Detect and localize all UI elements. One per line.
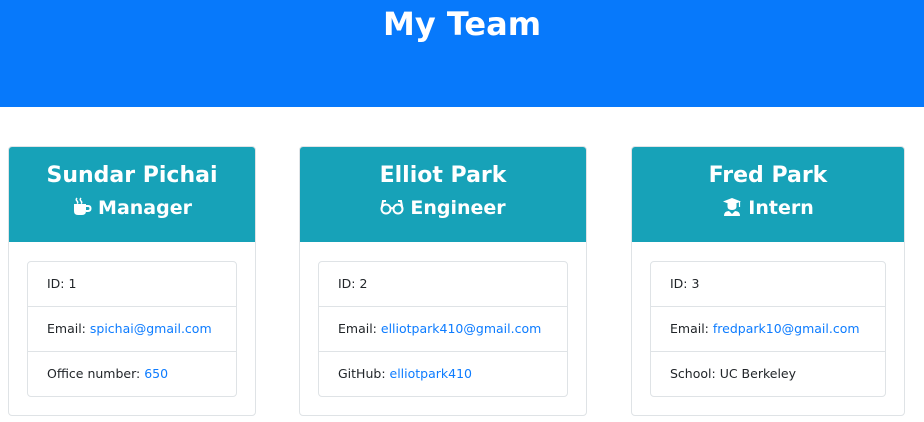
role-label: Engineer [410, 197, 506, 219]
list-item-id: ID: 2 [319, 262, 567, 307]
list-item-email: Email: elliotpark410@gmail.com [319, 307, 567, 352]
list-item-school: School: UC Berkeley [651, 352, 885, 396]
info-list: ID: 3 Email: fredpark10@gmail.com School… [650, 261, 886, 397]
coffee-icon [72, 197, 92, 224]
page-header: My Team [0, 0, 924, 107]
github-link[interactable]: elliotpark410 [390, 366, 473, 381]
email-link[interactable]: spichai@gmail.com [90, 321, 212, 336]
info-list: ID: 2 Email: elliotpark410@gmail.com Git… [318, 261, 568, 397]
id-label: ID: [338, 276, 356, 291]
list-item-id: ID: 1 [28, 262, 236, 307]
employee-role: Engineer [300, 195, 586, 224]
card-header: Elliot Park Engineer [300, 147, 586, 242]
github-label: GitHub: [338, 366, 386, 381]
id-label: ID: [670, 276, 688, 291]
id-value: 2 [359, 276, 368, 291]
id-value: 1 [68, 276, 77, 291]
list-item-email: Email: spichai@gmail.com [28, 307, 236, 352]
email-link[interactable]: elliotpark410@gmail.com [381, 321, 541, 336]
list-item-email: Email: fredpark10@gmail.com [651, 307, 885, 352]
list-item-office: Office number: 650 [28, 352, 236, 396]
school-value: UC Berkeley [719, 366, 797, 381]
employee-name: Fred Park [708, 163, 828, 188]
card-header: Fred Park Intern [632, 147, 904, 242]
list-item-github: GitHub: elliotpark410 [319, 352, 567, 396]
employee-card-manager: Sundar Pichai Manager ID: 1 Email: spich… [8, 146, 256, 416]
id-value: 3 [691, 276, 700, 291]
email-label: Email: [670, 321, 709, 336]
graduate-icon [722, 197, 742, 224]
employee-card-intern: Fred Park Intern ID: 3 Email: fredpark10… [631, 146, 905, 416]
employee-card-engineer: Elliot Park Engineer ID: 2 Email: elliot… [299, 146, 587, 416]
employee-role: Intern [632, 195, 904, 224]
office-label: Office number: [47, 366, 141, 381]
employee-role: Manager [9, 195, 255, 224]
info-list: ID: 1 Email: spichai@gmail.com Office nu… [27, 261, 237, 397]
email-label: Email: [47, 321, 86, 336]
email-link[interactable]: fredpark10@gmail.com [713, 321, 860, 336]
list-item-id: ID: 3 [651, 262, 885, 307]
office-number-link[interactable]: 650 [144, 366, 168, 381]
id-label: ID: [47, 276, 65, 291]
card-header: Sundar Pichai Manager [9, 147, 255, 242]
role-label: Intern [748, 197, 814, 219]
role-label: Manager [98, 197, 192, 219]
school-label: School: [670, 366, 716, 381]
email-label: Email: [338, 321, 377, 336]
employee-name: Sundar Pichai [46, 163, 218, 188]
employee-name: Elliot Park [379, 163, 507, 188]
glasses-icon [380, 197, 404, 224]
page-title: My Team [382, 5, 542, 43]
